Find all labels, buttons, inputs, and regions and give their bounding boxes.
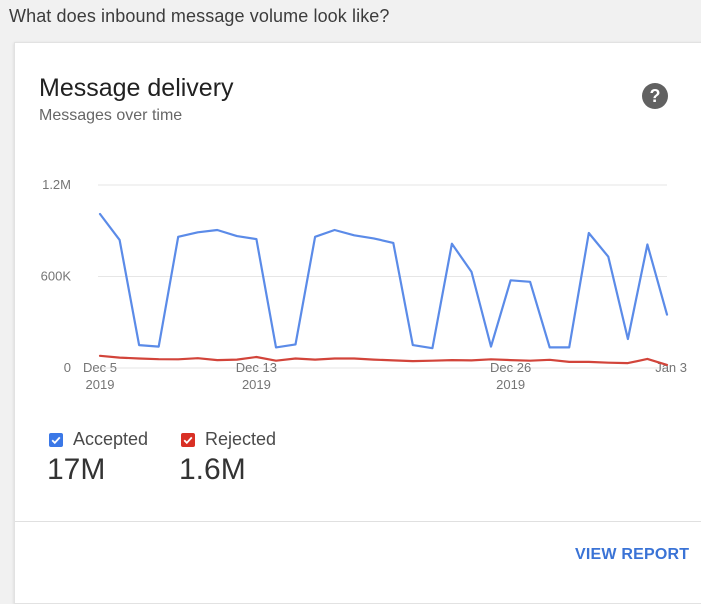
y-tick-label: 1.2M (42, 177, 71, 192)
card-divider (15, 521, 701, 522)
y-tick-label: 600K (41, 269, 72, 284)
accepted-total: 17M (47, 453, 106, 486)
x-tick-sublabel: 2019 (496, 377, 525, 392)
x-tick-label: Dec 13 (236, 360, 277, 375)
legend-rejected-label: Rejected (205, 429, 277, 449)
x-tick-label: Dec 26 (490, 360, 531, 375)
message-volume-chart: 0600K1.2MDec 52019Dec 132019Dec 262019Ja… (41, 177, 687, 392)
message-delivery-card: Message delivery Messages over time ? 06… (14, 42, 701, 604)
page-question: What does inbound message volume look li… (9, 6, 390, 26)
x-tick-label: Dec 5 (83, 360, 117, 375)
x-tick-sublabel: 2019 (242, 377, 271, 392)
series-line-accepted (98, 212, 669, 350)
legend-rejected[interactable]: Rejected (181, 429, 276, 450)
rejected-total: 1.6M (179, 453, 246, 486)
legend-accepted[interactable]: Accepted (49, 429, 148, 450)
accepted-checkbox-icon[interactable] (49, 432, 63, 447)
rejected-checkbox-icon[interactable] (181, 432, 195, 447)
x-tick-sublabel: 2019 (86, 377, 115, 392)
y-tick-label: 0 (64, 360, 71, 375)
legend-accepted-label: Accepted (73, 429, 149, 449)
view-report-button[interactable]: VIEW REPORT (575, 546, 689, 564)
series-line-rejected (98, 354, 669, 366)
